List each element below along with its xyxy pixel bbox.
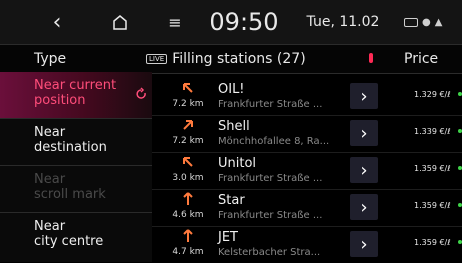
price: 1.339 €/ℓ xyxy=(414,127,451,136)
menu-button[interactable]: ≡ xyxy=(160,0,190,44)
status-icons: ● ▲ xyxy=(404,17,442,28)
chevron-right-icon: › xyxy=(360,159,368,181)
go-button[interactable]: › xyxy=(350,83,378,109)
person-icon: ● xyxy=(422,16,431,28)
signal-icon: ▲ xyxy=(434,16,443,28)
station-row[interactable]: 4.6 km Star Frankfurter Straße ... › 1.3… xyxy=(152,189,462,226)
go-button[interactable]: › xyxy=(350,120,378,146)
station-name: Unitol xyxy=(218,156,257,171)
type-label: Type xyxy=(34,51,67,67)
near-city-centre[interactable]: Near city centre xyxy=(0,213,152,259)
direction-arrow-n-icon xyxy=(180,228,196,244)
direction-arrow-nw-icon xyxy=(180,80,196,96)
price-status-dot xyxy=(458,129,462,133)
station-row[interactable]: 7.2 km Shell Mönchhofallee 8, Ra... › 1.… xyxy=(152,115,462,152)
date-text: Tue, 11.02 xyxy=(300,0,386,44)
refresh-icon[interactable] xyxy=(134,87,148,101)
battery-icon xyxy=(404,17,418,27)
go-button[interactable]: › xyxy=(350,194,378,220)
distance: 7.2 km xyxy=(172,99,204,109)
station-address: Mönchhofallee 8, Ra... xyxy=(218,136,330,147)
chevron-right-icon: › xyxy=(360,122,368,144)
header-row: Type LIVE Filling stations (27) Price xyxy=(0,44,462,74)
price: 1.359 €/ℓ xyxy=(414,238,451,247)
chevron-left-icon: ‹ xyxy=(52,9,62,35)
filling-stations-title: LIVE Filling stations (27) xyxy=(146,45,306,73)
station-address: Frankfurter Straße ... xyxy=(218,173,323,184)
price: 1.359 €/ℓ xyxy=(414,201,451,210)
near-destination[interactable]: Near destination xyxy=(0,119,152,165)
distance: 4.6 km xyxy=(172,210,204,220)
distance: 7.2 km xyxy=(172,136,204,146)
go-button[interactable]: › xyxy=(350,231,378,257)
top-bar: ‹ ≡ 09:50 Tue, 11.02 ● ▲ xyxy=(0,0,462,44)
loading-indicator xyxy=(369,53,373,63)
direction-arrow-ne-icon xyxy=(180,117,196,133)
near-current-position[interactable]: Near current position xyxy=(0,72,152,118)
chevron-right-icon: › xyxy=(360,85,368,107)
back-button[interactable]: ‹ xyxy=(40,0,74,44)
station-address: Frankfurter Straße ... xyxy=(218,99,323,110)
station-address: Kelsterbacher Stra... xyxy=(218,247,321,258)
price: 1.359 €/ℓ xyxy=(414,164,451,173)
chevron-right-icon: › xyxy=(360,233,368,255)
near-scroll-mark: Near scroll mark xyxy=(34,172,106,202)
price-status-dot xyxy=(458,240,462,244)
chevron-right-icon: › xyxy=(360,196,368,218)
clock: 09:50 xyxy=(205,0,283,44)
direction-arrow-n-icon xyxy=(180,191,196,207)
distance: 4.7 km xyxy=(172,247,204,257)
station-address: Frankfurter Straße ... xyxy=(218,210,323,221)
station-row[interactable]: 3.0 km Unitol Frankfurter Straße ... › 1… xyxy=(152,152,462,189)
home-icon xyxy=(113,15,127,30)
station-name: JET xyxy=(218,230,238,245)
station-name: OIL! xyxy=(218,82,245,97)
price: 1.329 €/ℓ xyxy=(414,90,451,99)
home-button[interactable] xyxy=(103,0,137,44)
go-button[interactable]: › xyxy=(350,157,378,183)
time-text: 09:50 xyxy=(209,8,279,36)
station-name: Star xyxy=(218,193,245,208)
date-label: Tue, 11.02 xyxy=(306,14,380,30)
station-name: Shell xyxy=(218,119,250,134)
station-row[interactable]: 7.2 km OIL! Frankfurter Straße ... › 1.3… xyxy=(152,78,462,115)
price-status-dot xyxy=(458,92,462,96)
status-icons: ● ▲ xyxy=(404,0,462,44)
price-status-dot xyxy=(458,166,462,170)
price-label: Price xyxy=(404,51,439,67)
page-title: Filling stations (27) xyxy=(172,51,306,67)
live-badge: LIVE xyxy=(146,54,168,64)
station-row[interactable]: 4.7 km JET Kelsterbacher Stra... › 1.359… xyxy=(152,226,462,263)
distance: 3.0 km xyxy=(172,173,204,183)
left-menu: Near current position Near destination N… xyxy=(0,72,152,262)
price-status-dot xyxy=(458,203,462,207)
menu-icon: ≡ xyxy=(168,12,182,32)
direction-arrow-nw-icon xyxy=(180,154,196,170)
